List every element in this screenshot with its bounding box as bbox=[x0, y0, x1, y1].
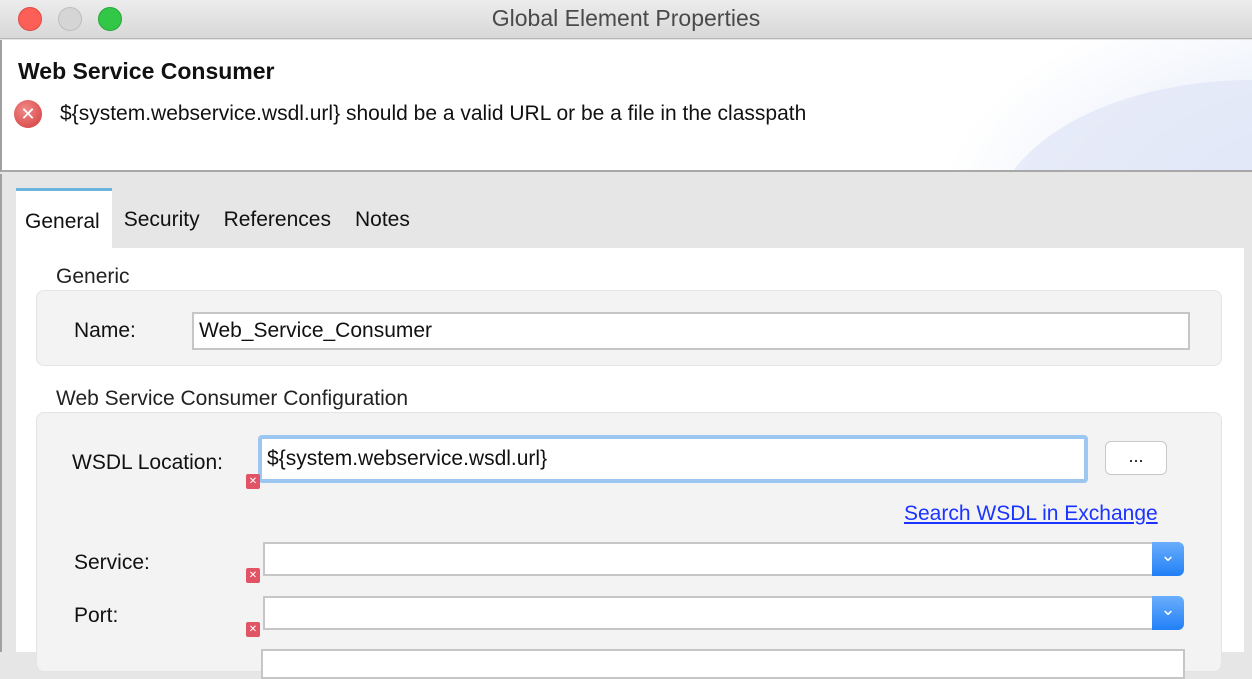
window-titlebar: Global Element Properties bbox=[0, 0, 1252, 39]
window-title: Global Element Properties bbox=[491, 5, 761, 31]
next-field-input[interactable] bbox=[261, 649, 1185, 679]
name-field[interactable] bbox=[199, 319, 1188, 343]
search-wsdl-exchange-link[interactable]: Search WSDL in Exchange bbox=[904, 502, 1158, 526]
service-dropdown-button[interactable]: ⌄ bbox=[1152, 542, 1184, 576]
service-error-icon: ✕ bbox=[246, 568, 260, 583]
error-icon: ✕ bbox=[14, 100, 42, 128]
browse-button[interactable]: ... bbox=[1105, 441, 1167, 475]
wsdl-error-icon: ✕ bbox=[246, 474, 260, 489]
service-select[interactable] bbox=[263, 542, 1152, 576]
port-label: Port: bbox=[74, 604, 119, 627]
name-input[interactable] bbox=[192, 312, 1190, 350]
dialog-title: Web Service Consumer bbox=[18, 58, 275, 84]
port-select[interactable] bbox=[263, 596, 1152, 630]
port-error-icon: ✕ bbox=[246, 622, 260, 637]
tab-bar: General Security References Notes bbox=[16, 188, 422, 248]
dialog-body: General Security References Notes Generi… bbox=[0, 174, 1252, 679]
generic-section: Name: bbox=[36, 290, 1222, 366]
wsdl-location-label: WSDL Location: bbox=[72, 451, 223, 474]
tab-general[interactable]: General bbox=[16, 188, 112, 248]
error-message: ${system.webservice.wsdl.url} should be … bbox=[60, 102, 807, 125]
config-section-label: Web Service Consumer Configuration bbox=[56, 387, 409, 410]
tab-notes[interactable]: Notes bbox=[343, 188, 422, 248]
wsdl-location-input[interactable] bbox=[258, 435, 1088, 483]
name-label: Name: bbox=[74, 319, 136, 342]
config-section: WSDL Location: ✕ ... Search WSDL in Exch… bbox=[36, 412, 1222, 679]
dialog-header: Web Service Consumer ✕ ${system.webservi… bbox=[0, 40, 1252, 172]
wsdl-location-field[interactable] bbox=[267, 447, 1084, 471]
tab-references[interactable]: References bbox=[212, 188, 343, 248]
generic-section-label: Generic bbox=[56, 265, 130, 288]
general-tab-panel: Generic Name: Web Service Consumer Confi… bbox=[16, 248, 1244, 679]
service-label: Service: bbox=[74, 551, 150, 574]
port-dropdown-button[interactable]: ⌄ bbox=[1152, 596, 1184, 630]
tab-security[interactable]: Security bbox=[112, 188, 212, 248]
chevron-down-icon: ⌄ bbox=[1160, 598, 1176, 619]
chevron-down-icon: ⌄ bbox=[1160, 544, 1176, 565]
error-message-row: ✕ ${system.webservice.wsdl.url} should b… bbox=[14, 100, 806, 128]
